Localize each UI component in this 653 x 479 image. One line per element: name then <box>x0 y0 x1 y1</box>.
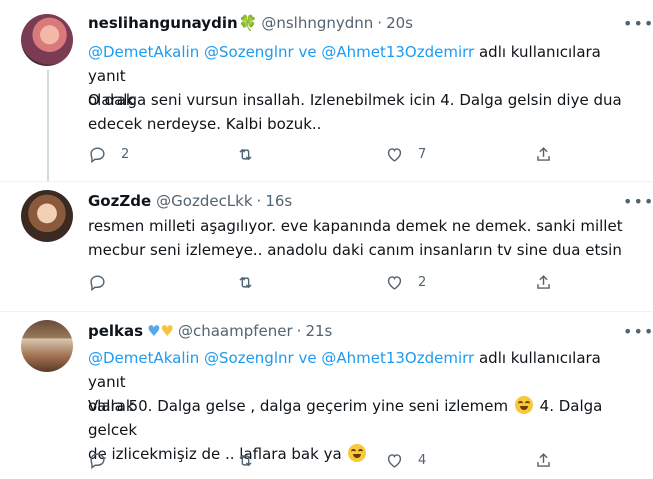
laughing-tears-emoji-icon <box>514 396 533 414</box>
avatar[interactable] <box>21 190 73 242</box>
more-icon[interactable]: ••• <box>623 324 653 346</box>
like-count: 2 <box>418 275 427 290</box>
tweet-actions: 2 <box>88 273 558 295</box>
separator-dot: · <box>256 192 262 210</box>
avatar[interactable] <box>21 320 73 372</box>
separator-dot: · <box>377 14 383 32</box>
mention-link[interactable]: @Ahmet13Ozdemirr <box>321 349 474 367</box>
reply-count: 2 <box>121 147 130 162</box>
display-name[interactable]: pelkas <box>88 322 143 340</box>
like-icon <box>387 454 402 468</box>
timestamp[interactable]: 21s <box>305 322 332 340</box>
tweet-header: neslihangunaydin 🍀 @nslhngnydnn · 20s <box>88 14 413 32</box>
tweet-text: resmen milleti aşagılıyor. eve kapanında… <box>88 214 628 262</box>
tweet-actions: 2 7 <box>88 145 558 167</box>
reply-button[interactable]: 2 <box>88 145 129 164</box>
reply-button[interactable] <box>88 451 107 470</box>
share-icon <box>537 275 550 289</box>
yellow-heart-icon: ♥ <box>160 322 174 340</box>
blue-heart-icon: ♥ <box>147 322 161 340</box>
reply-button[interactable] <box>88 273 107 292</box>
timestamp[interactable]: 20s <box>386 14 413 32</box>
display-name[interactable]: GozZde <box>88 192 151 210</box>
tweet-text-line: O dalga seni vursun insallah. Izlenebilm… <box>88 91 622 109</box>
timestamp[interactable]: 16s <box>265 192 292 210</box>
separator-dot: · <box>296 322 302 340</box>
mention-conjunction: ve <box>298 349 317 367</box>
retweet-button[interactable] <box>236 273 255 292</box>
like-button[interactable]: 2 <box>385 273 426 292</box>
like-icon <box>387 276 402 290</box>
display-name[interactable]: neslihangunaydin <box>88 14 238 32</box>
reply-icon <box>90 275 105 292</box>
mention-link[interactable]: @DemetAkalin <box>88 349 199 367</box>
mention-link[interactable]: @DemetAkalin <box>88 43 199 61</box>
like-count: 7 <box>418 147 427 162</box>
tweet-divider <box>0 311 653 312</box>
tweet-divider <box>0 181 653 182</box>
avatar[interactable] <box>21 14 73 66</box>
share-icon <box>537 453 550 467</box>
username[interactable]: @GozdecLkk <box>156 192 252 210</box>
like-icon <box>387 148 402 162</box>
mention-link[interactable]: @Sozenglnr <box>204 349 294 367</box>
retweet-button[interactable] <box>236 451 255 470</box>
share-button[interactable] <box>534 451 553 470</box>
mention-link[interactable]: @Sozenglnr <box>204 43 294 61</box>
username[interactable]: @nslhngnydnn <box>261 14 373 32</box>
retweet-button[interactable] <box>236 145 255 164</box>
like-button[interactable]: 7 <box>385 145 426 164</box>
tweet-text: O dalga seni vursun insallah. Izlenebilm… <box>88 88 628 136</box>
tweet-actions: 4 <box>88 451 558 473</box>
retweet-icon <box>239 148 252 161</box>
like-button[interactable]: 4 <box>385 451 426 470</box>
mention-conjunction: ve <box>298 43 317 61</box>
reply-icon <box>90 453 105 470</box>
retweet-icon <box>239 454 252 467</box>
tweet-text-line: resmen milleti aşagılıyor. eve kapanında… <box>88 217 623 235</box>
clover-icon: 🍀 <box>238 14 258 32</box>
hearts-icon: ♥♥ <box>147 322 174 340</box>
tweet-header: GozZde @GozdecLkk · 16s <box>88 192 292 210</box>
like-count: 4 <box>418 453 427 468</box>
tweet-text-line: edecek nerdeyse. Kalbi bozuk.. <box>88 115 322 133</box>
tweet-text-line: Valla 50. Dalga gelse , dalga geçerim yi… <box>88 397 509 415</box>
more-icon[interactable]: ••• <box>623 194 653 216</box>
share-button[interactable] <box>534 145 553 164</box>
username[interactable]: @chaampfener <box>178 322 293 340</box>
retweet-icon <box>239 276 252 289</box>
more-icon[interactable]: ••• <box>623 16 653 38</box>
mention-link[interactable]: @Ahmet13Ozdemirr <box>321 43 474 61</box>
tweet-header: pelkas ♥♥ @chaampfener · 21s <box>88 322 332 340</box>
thread-connector <box>47 70 49 182</box>
tweet-text-line: mecbur seni izlemeye.. anadolu daki canı… <box>88 241 622 259</box>
share-button[interactable] <box>534 273 553 292</box>
reply-icon <box>90 147 105 164</box>
share-icon <box>537 147 550 161</box>
